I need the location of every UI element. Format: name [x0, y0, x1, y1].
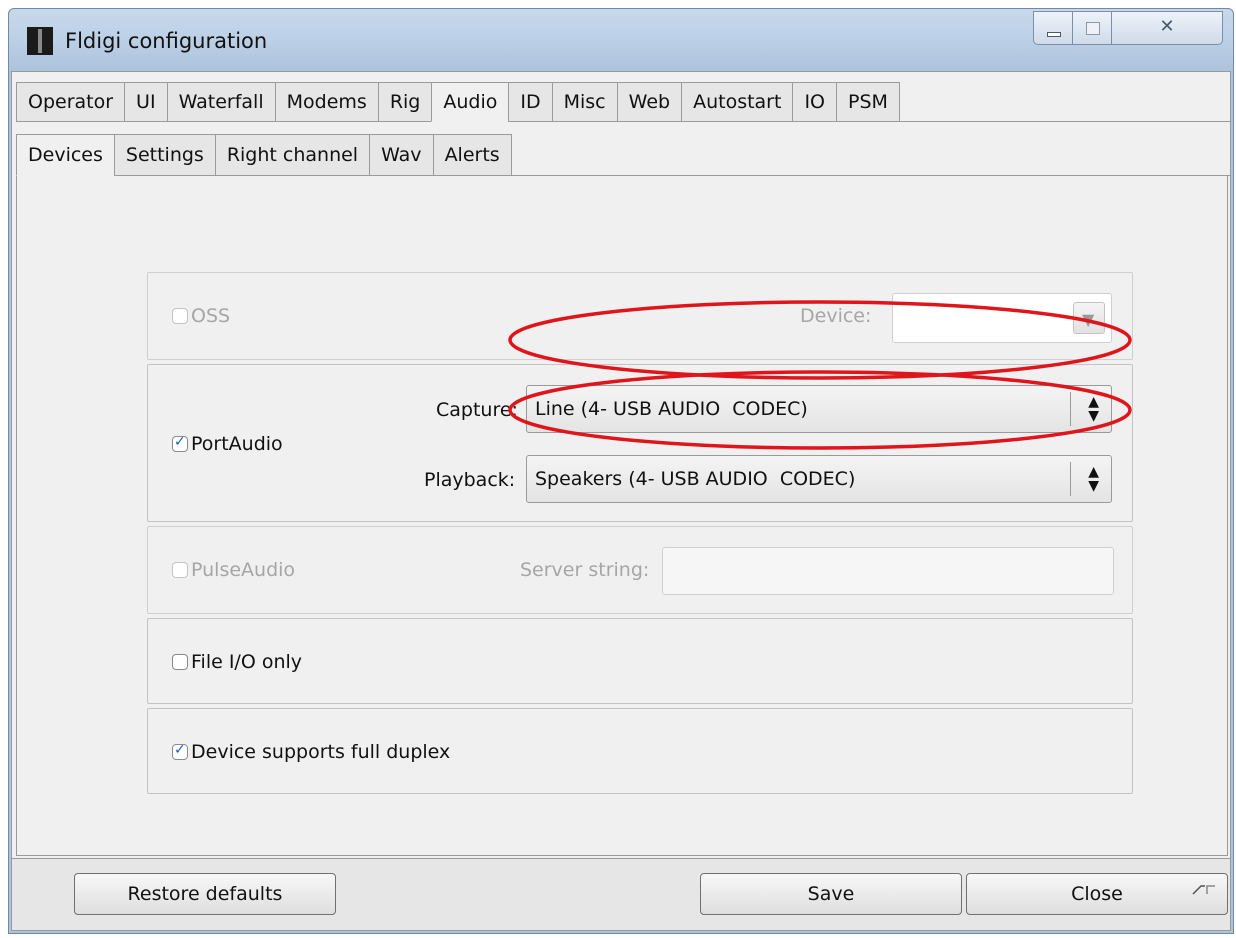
pulseaudio-group: PulseAudio Server string:	[147, 526, 1133, 614]
capture-value: Line (4- USB AUDIO CODEC)	[535, 398, 808, 420]
oss-device-select[interactable]: ▼	[892, 293, 1112, 343]
portaudio-group: PortAudio Capture: Line (4- USB AUDIO CO…	[147, 364, 1133, 522]
tab-audio[interactable]: Audio	[431, 82, 510, 122]
tab-bar-filler	[510, 134, 1230, 176]
resize-grip-icon	[1192, 885, 1215, 895]
tab-rig[interactable]: Rig	[377, 82, 433, 122]
restore-defaults-button[interactable]: Restore defaults	[74, 873, 336, 915]
checkbox-icon	[172, 742, 188, 760]
server-string-label: Server string:	[520, 559, 650, 581]
config-window: Fldigi configuration ✕ Operator UI Waterfa…	[8, 8, 1234, 934]
playback-value: Speakers (4- USB AUDIO CODEC)	[535, 468, 856, 490]
minimize-button[interactable]	[1033, 11, 1073, 45]
file-io-checkbox[interactable]: File I/O only	[172, 651, 302, 673]
close-button[interactable]: Close	[966, 873, 1228, 915]
close-icon: ✕	[1159, 16, 1175, 37]
full-duplex-label: Device supports full duplex	[191, 741, 451, 763]
tab-waterfall[interactable]: Waterfall	[166, 82, 276, 122]
spin-arrows-icon: ▲ ▼	[1088, 464, 1099, 494]
device-label: Device:	[800, 305, 872, 327]
checkbox-icon	[172, 562, 188, 578]
portaudio-checkbox[interactable]: PortAudio	[172, 433, 283, 455]
full-duplex-checkbox[interactable]: Device supports full duplex	[172, 741, 450, 763]
capture-label: Capture:	[436, 399, 518, 421]
main-tab-bar: Operator UI Waterfall Modems Rig Audio ID Misc W…	[12, 82, 1230, 122]
checkbox-icon	[172, 308, 188, 324]
playback-select[interactable]: Speakers (4- USB AUDIO CODEC) ▲ ▼	[526, 455, 1112, 503]
subtab-devices[interactable]: Devices	[16, 134, 115, 176]
tab-autostart[interactable]: Autostart	[681, 82, 794, 122]
tab-modems[interactable]: Modems	[274, 82, 379, 122]
tab-io[interactable]: IO	[792, 82, 838, 122]
subtab-right-channel[interactable]: Right channel	[214, 134, 371, 176]
devices-panel: OSS Device: ▼ PortAudio Capture: Line (4…	[16, 176, 1228, 856]
tab-psm[interactable]: PSM	[836, 82, 900, 122]
file-io-group: File I/O only	[147, 618, 1133, 704]
file-io-label: File I/O only	[191, 651, 303, 673]
combo-divider	[1070, 462, 1071, 496]
window-title: Fldigi configuration	[65, 29, 268, 53]
portaudio-label: PortAudio	[191, 433, 283, 455]
maximize-button[interactable]	[1072, 11, 1112, 45]
title-bar[interactable]: Fldigi configuration ✕	[9, 9, 1233, 69]
sub-tab-bar: Devices Settings Right channel Wav Alerts	[12, 134, 1230, 176]
close-button-label: Close	[1071, 883, 1123, 905]
spin-arrows-icon: ▲ ▼	[1088, 394, 1099, 424]
close-window-button[interactable]: ✕	[1111, 11, 1223, 45]
save-button[interactable]: Save	[700, 873, 962, 915]
tab-operator[interactable]: Operator	[16, 82, 126, 122]
checkbox-icon	[172, 654, 188, 670]
button-bar: Restore defaults Save Close	[12, 859, 1230, 930]
maximize-icon	[1086, 22, 1100, 35]
checkbox-icon	[172, 434, 188, 452]
capture-select[interactable]: Line (4- USB AUDIO CODEC) ▲ ▼	[526, 385, 1112, 433]
oss-group: OSS Device: ▼	[147, 272, 1133, 360]
server-string-input[interactable]	[662, 547, 1114, 595]
pulseaudio-checkbox[interactable]: PulseAudio	[172, 559, 295, 581]
tab-misc[interactable]: Misc	[551, 82, 618, 122]
tab-id[interactable]: ID	[508, 82, 553, 122]
oss-label: OSS	[191, 305, 231, 327]
tab-ui[interactable]: UI	[124, 82, 168, 122]
full-duplex-group: Device supports full duplex	[147, 708, 1133, 794]
dialog-client: Operator UI Waterfall Modems Rig Audio ID Misc W…	[11, 71, 1231, 931]
oss-checkbox[interactable]: OSS	[172, 305, 230, 327]
subtab-settings[interactable]: Settings	[113, 134, 216, 176]
tab-bar-filler	[898, 82, 1230, 122]
minimize-icon	[1047, 32, 1061, 37]
pulseaudio-label: PulseAudio	[191, 559, 296, 581]
combo-divider	[1070, 392, 1071, 426]
subtab-wav[interactable]: Wav	[369, 134, 434, 176]
tab-web[interactable]: Web	[616, 82, 683, 122]
app-icon[interactable]	[27, 27, 53, 55]
subtab-alerts[interactable]: Alerts	[432, 134, 512, 176]
dropdown-arrow-icon: ▼	[1082, 310, 1095, 329]
playback-label: Playback:	[424, 469, 516, 491]
dropdown-button[interactable]: ▼	[1073, 302, 1105, 334]
